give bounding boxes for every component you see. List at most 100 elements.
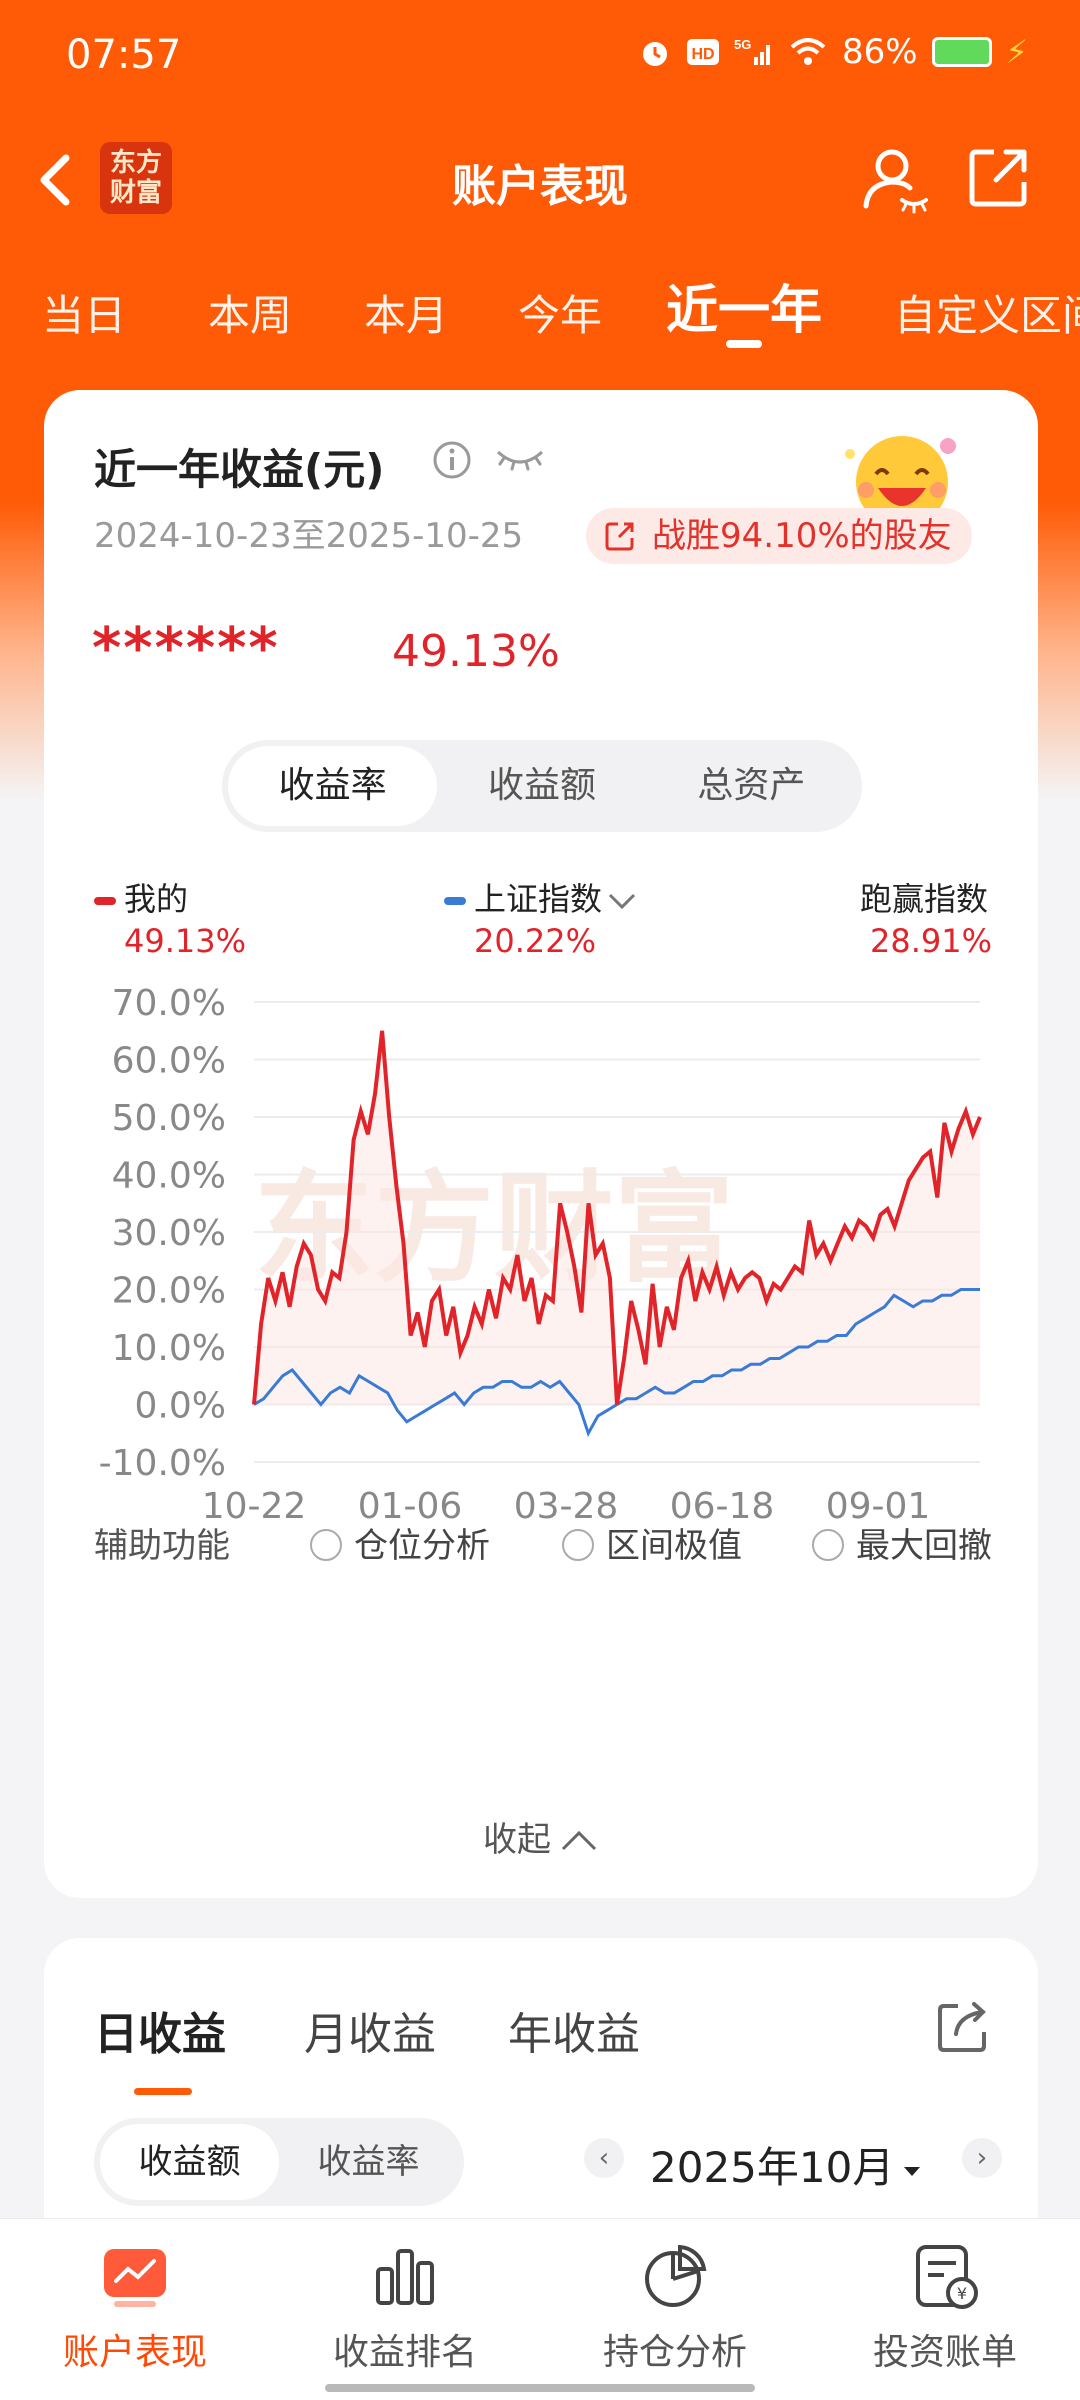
beat-badge[interactable]: 战胜94.10%的股友 <box>586 508 972 564</box>
status-bar: 07:57 HD 5G 86% ⚡ <box>0 0 1080 110</box>
month-selector[interactable]: 2025年10月 <box>650 2134 924 2195</box>
tab-past-year[interactable]: 近一年 <box>666 268 822 343</box>
metric-tab-total-assets[interactable]: 总资产 <box>647 746 856 826</box>
tab-daily-profit[interactable]: 日收益 <box>94 1998 226 2062</box>
battery-icon <box>931 37 992 67</box>
caret-down-icon <box>904 2166 921 2176</box>
next-month-icon[interactable]: › <box>962 2138 1002 2178</box>
legend-beat-index: 跑赢指数 <box>860 880 989 918</box>
legend-index[interactable]: 上证指数 <box>444 874 638 920</box>
svg-text:¥: ¥ <box>957 2284 967 2303</box>
month-navigator: ‹ 2025年10月 › <box>584 2128 1004 2198</box>
aux-functions: 辅助功能 仓位分析 区间极值 最大回撤 <box>94 1510 994 1570</box>
nav-account-performance[interactable]: 账户表现 <box>0 2241 270 2375</box>
collapse-label: 收起 <box>483 1820 551 1860</box>
nav-label: 投资账单 <box>872 2332 1017 2373</box>
tab-monthly-profit[interactable]: 月收益 <box>304 1998 436 2062</box>
beat-badge-text: 战胜94.10%的股友 <box>652 516 952 556</box>
share-icon[interactable] <box>966 144 1032 210</box>
nav-label: 持仓分析 <box>602 2332 747 2373</box>
tab-custom-range[interactable]: 自定义区间 <box>894 282 1080 343</box>
aux-option-max-drawdown[interactable]: 最大回撤 <box>812 1518 992 1567</box>
y-tick-label: -10.0% <box>99 1443 226 1484</box>
app-header: 东方财富 账户表现 <box>0 120 1080 240</box>
pie-chart-icon <box>645 2244 707 2307</box>
y-tick-label: 40.0% <box>112 1156 226 1197</box>
aux-option-position-analysis[interactable]: 仓位分析 <box>310 1518 490 1567</box>
wifi-icon <box>790 38 826 65</box>
radio-icon <box>310 1529 342 1561</box>
tab-this-year[interactable]: 今年 <box>518 282 602 343</box>
bill-icon: ¥ <box>916 2245 978 2309</box>
alarm-icon <box>642 42 667 66</box>
svg-text:5G: 5G <box>734 37 751 52</box>
y-axis-ticks: 70.0% 60.0% 50.0% 40.0% 30.0% 20.0% 10.0% 0.0% -… <box>99 983 226 1484</box>
share-small-icon <box>605 522 634 551</box>
performance-card: 近一年收益(元) 2024-10-23至2025-10-25 战胜94.10%的… <box>44 390 1038 1898</box>
return-percent: 49.13% <box>392 626 560 677</box>
hd-icon: HD <box>686 39 719 65</box>
y-tick-label: 30.0% <box>112 1213 226 1254</box>
status-icons: HD 5G 86% ⚡ <box>638 32 1028 72</box>
export-icon[interactable] <box>934 2000 990 2056</box>
performance-chart-icon <box>104 2249 166 2307</box>
home-indicator <box>325 2384 755 2392</box>
summary-title: 近一年收益(元) <box>94 445 385 494</box>
signal-5g-icon: 5G <box>734 37 770 65</box>
month-label: 2025年10月 <box>650 2143 895 2192</box>
nav-label: 账户表现 <box>62 2332 207 2373</box>
nav-holdings-analysis[interactable]: 持仓分析 <box>540 2241 810 2375</box>
daily-metric-rate[interactable]: 收益率 <box>279 2124 458 2200</box>
return-chart[interactable]: 东方财富 70.0% 60.0% 50.0% 40.0% 30.0% 20.0% 10.0%… <box>44 970 1038 1530</box>
legend-index-value: 20.22% <box>474 922 597 960</box>
tab-today[interactable]: 当日 <box>42 282 126 343</box>
tab-this-month[interactable]: 本月 <box>364 282 448 343</box>
chevron-up-icon <box>561 1830 597 1850</box>
chevron-down-icon <box>608 893 636 910</box>
svg-text:HD: HD <box>691 46 714 63</box>
chart-watermark: 东方财富 <box>254 1160 734 1299</box>
legend-mine: 我的 <box>94 874 188 920</box>
hidden-profit-amount: ****** <box>92 616 280 681</box>
daily-metric-amount[interactable]: 收益额 <box>100 2124 279 2200</box>
legend-beat-value: 28.91% <box>870 922 993 960</box>
nav-profit-ranking[interactable]: 收益排名 <box>270 2241 540 2375</box>
y-tick-label: 0.0% <box>135 1386 226 1427</box>
bar-chart-icon <box>376 2249 434 2305</box>
metric-tab-profit-amount[interactable]: 收益额 <box>437 746 646 826</box>
collapse-button[interactable]: 收起 <box>44 1812 1038 1861</box>
legend-index-label: 上证指数 <box>474 880 603 918</box>
tab-yearly-profit[interactable]: 年收益 <box>508 1998 640 2062</box>
y-tick-label: 60.0% <box>112 1041 226 1082</box>
period-tabs: 当日 本周 本月 今年 近一年 自定义区间 <box>0 268 1080 358</box>
legend-mine-label: 我的 <box>124 880 189 918</box>
aux-option-range-extremes[interactable]: 区间极值 <box>562 1518 742 1567</box>
y-tick-label: 10.0% <box>112 1328 226 1369</box>
status-time: 07:57 <box>66 32 182 78</box>
hide-eye-icon[interactable] <box>494 444 546 474</box>
y-tick-label: 50.0% <box>112 1098 226 1139</box>
active-tab-indicator <box>726 340 762 348</box>
nav-investment-bill[interactable]: ¥ 投资账单 <box>810 2241 1080 2375</box>
bottom-nav: 账户表现 收益排名 持仓分析 ¥ 投资账单 <box>0 2218 1080 2400</box>
aux-label: 辅助功能 <box>94 1526 230 1566</box>
aux-option-label: 区间极值 <box>606 1526 742 1566</box>
daily-metric-segment: 收益额 收益率 <box>94 2118 464 2206</box>
privacy-user-icon[interactable] <box>860 144 930 214</box>
info-icon[interactable] <box>432 440 472 480</box>
charging-icon: ⚡ <box>1005 33 1028 71</box>
y-tick-label: 20.0% <box>112 1271 226 1312</box>
battery-percent: 86% <box>841 32 918 72</box>
y-tick-label: 70.0% <box>112 983 226 1024</box>
nav-label: 收益排名 <box>332 2332 477 2373</box>
legend-mine-swatch <box>94 897 116 905</box>
date-range: 2024-10-23至2025-10-25 <box>94 516 524 556</box>
legend-mine-value: 49.13% <box>124 922 247 960</box>
metric-segment: 收益率 收益额 总资产 <box>222 740 862 832</box>
aux-option-label: 仓位分析 <box>354 1526 490 1566</box>
metric-tab-return-rate[interactable]: 收益率 <box>228 746 438 826</box>
daily-tab-indicator <box>134 2088 192 2095</box>
prev-month-icon[interactable]: ‹ <box>584 2138 624 2178</box>
aux-option-label: 最大回撤 <box>856 1526 992 1566</box>
tab-this-week[interactable]: 本周 <box>208 282 292 343</box>
